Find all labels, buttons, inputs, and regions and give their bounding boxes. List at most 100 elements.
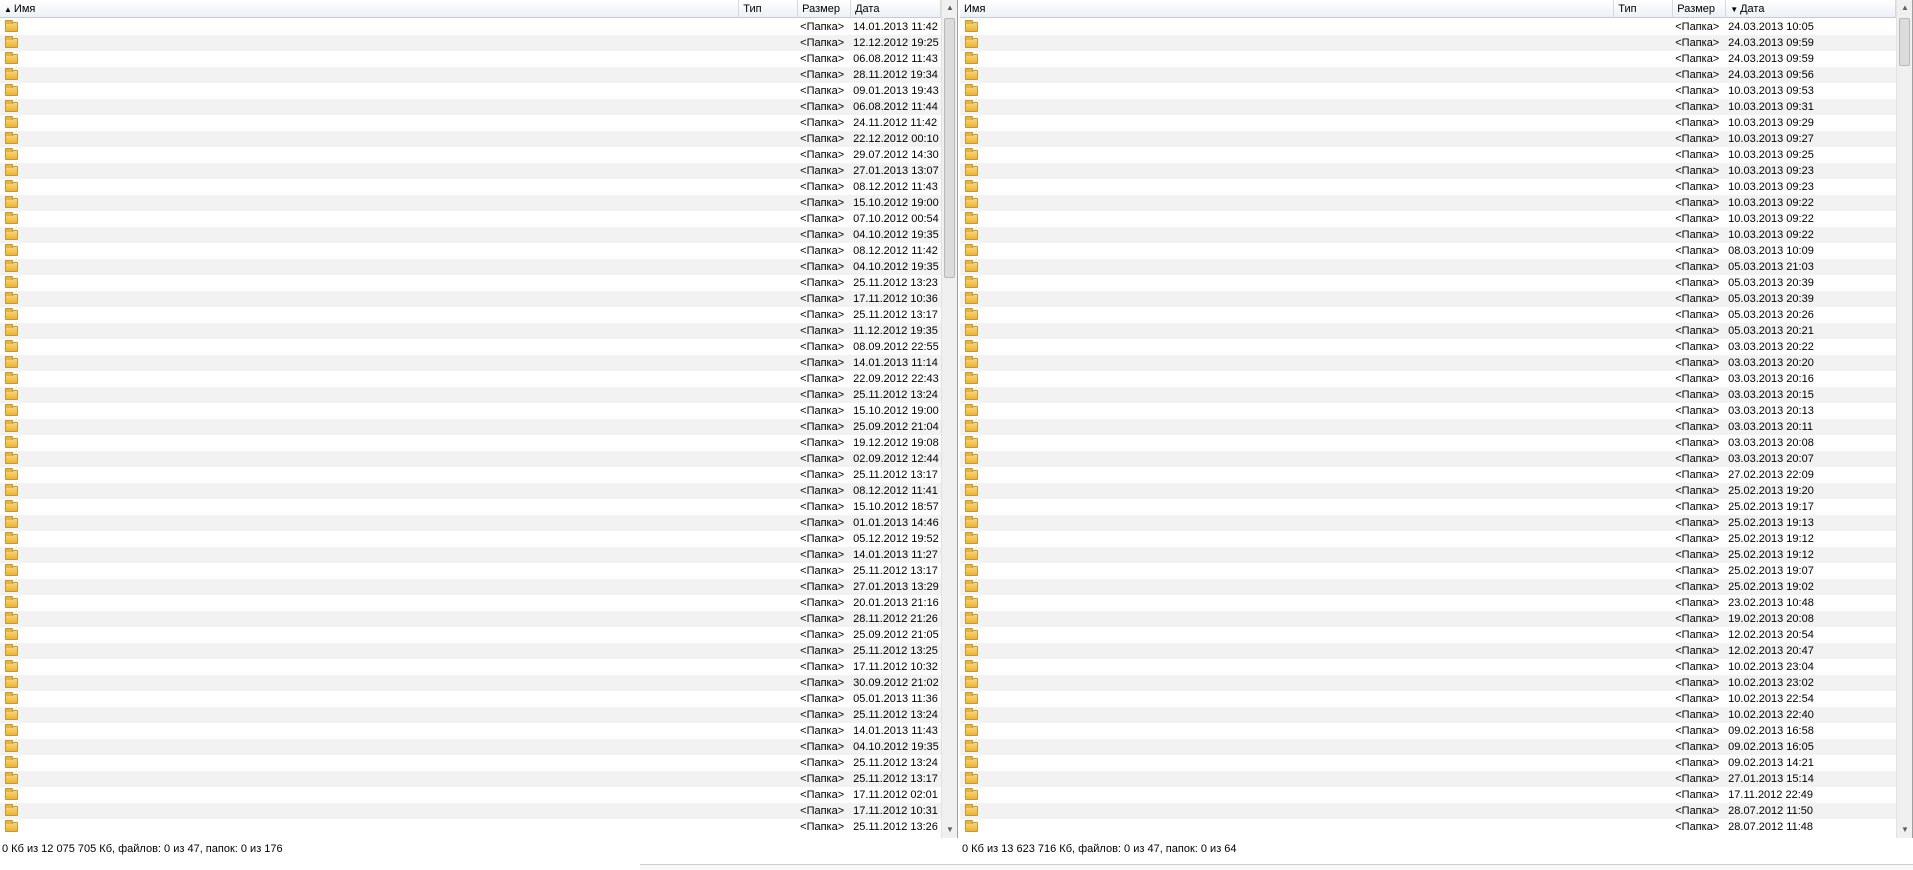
file-row[interactable]: <Папка> 03.03.2013 20:15	[960, 387, 1896, 403]
file-row[interactable]: <Папка> 06.08.2012 11:43	[0, 51, 941, 67]
file-row[interactable]: <Папка> 17.11.2012 10:32	[0, 659, 941, 675]
file-row[interactable]: <Папка> 19.12.2012 19:08	[0, 435, 941, 451]
file-row[interactable]: <Папка> 25.09.2012 21:04	[0, 419, 941, 435]
file-row[interactable]: <Папка> 25.02.2013 19:12	[960, 531, 1896, 547]
file-row[interactable]: <Папка> 24.03.2013 09:59	[960, 51, 1896, 67]
file-row[interactable]: <Папка> 03.03.2013 20:20	[960, 355, 1896, 371]
file-row[interactable]: <Папка> 09.02.2013 16:58	[960, 723, 1896, 739]
file-row[interactable]: <Папка> 25.02.2013 19:12	[960, 547, 1896, 563]
file-row[interactable]: <Папка> 03.03.2013 20:22	[960, 339, 1896, 355]
file-row[interactable]: <Папка> 05.01.2013 11:36	[0, 691, 941, 707]
file-row[interactable]: <Папка> 08.12.2012 11:41	[0, 483, 941, 499]
file-row[interactable]: <Папка> 12.02.2013 20:47	[960, 643, 1896, 659]
file-row[interactable]: <Папка> 03.03.2013 20:11	[960, 419, 1896, 435]
column-name-header[interactable]: Имя	[960, 0, 1615, 18]
file-row[interactable]: <Папка> 28.07.2012 11:48	[960, 819, 1896, 835]
file-row[interactable]: <Папка> 25.11.2012 13:24	[0, 387, 941, 403]
file-row[interactable]: <Папка> 20.01.2013 21:16	[0, 595, 941, 611]
scrollbar-thumb[interactable]	[1899, 18, 1910, 66]
file-row[interactable]: <Папка> 25.02.2013 19:17	[960, 499, 1896, 515]
file-row[interactable]: <Папка> 10.03.2013 09:27	[960, 131, 1896, 147]
file-row[interactable]: <Папка> 27.01.2013 13:29	[0, 579, 941, 595]
file-row[interactable]: <Папка> 28.11.2012 19:34	[0, 67, 941, 83]
file-row[interactable]: <Папка> 10.03.2013 09:23	[960, 163, 1896, 179]
file-row[interactable]: <Папка> 14.01.2013 11:42	[0, 19, 941, 35]
column-size-header[interactable]: Размер	[1673, 0, 1727, 18]
file-row[interactable]: <Папка> 10.02.2013 22:40	[960, 707, 1896, 723]
file-row[interactable]: <Папка> 09.02.2013 14:21	[960, 755, 1896, 771]
column-type-header[interactable]: Тип	[739, 0, 799, 18]
file-row[interactable]: <Папка> 10.03.2013 09:53	[960, 83, 1896, 99]
file-row[interactable]: <Папка> 04.10.2012 19:35	[0, 739, 941, 755]
file-row[interactable]: <Папка> 28.07.2012 11:50	[960, 803, 1896, 819]
file-row[interactable]: <Папка> 05.03.2013 20:26	[960, 307, 1896, 323]
file-row[interactable]: <Папка> 15.10.2012 18:57	[0, 499, 941, 515]
file-row[interactable]: <Папка> 14.01.2013 11:27	[0, 547, 941, 563]
file-row[interactable]: <Папка> 30.09.2012 21:02	[0, 675, 941, 691]
file-row[interactable]: <Папка> 27.01.2013 13:07	[0, 163, 941, 179]
file-row[interactable]: <Папка> 05.03.2013 21:03	[960, 259, 1896, 275]
file-row[interactable]: <Папка> 25.02.2013 19:07	[960, 563, 1896, 579]
file-row[interactable]: <Папка> 24.03.2013 09:56	[960, 67, 1896, 83]
column-name-header[interactable]: ▲ Имя	[0, 0, 740, 18]
file-row[interactable]: <Папка> 04.10.2012 19:35	[0, 259, 941, 275]
file-row[interactable]: <Папка> 07.10.2012 00:54	[0, 211, 941, 227]
scrollbar-thumb[interactable]	[944, 18, 955, 278]
column-date-header[interactable]: ▼ Дата	[1726, 0, 1896, 18]
file-row[interactable]: <Папка> 19.02.2013 20:08	[960, 611, 1896, 627]
file-row[interactable]: <Папка> 24.03.2013 10:05	[960, 19, 1896, 35]
file-row[interactable]: <Папка> 25.02.2013 19:20	[960, 483, 1896, 499]
file-row[interactable]: <Папка> 29.07.2012 14:30	[0, 147, 941, 163]
file-row[interactable]: <Папка> 10.03.2013 09:31	[960, 99, 1896, 115]
file-row[interactable]: <Папка> 12.02.2013 20:54	[960, 627, 1896, 643]
file-row[interactable]: <Папка> 15.10.2012 19:00	[0, 195, 941, 211]
file-row[interactable]: <Папка> 25.11.2012 13:17	[0, 563, 941, 579]
file-row[interactable]: <Папка> 05.03.2013 20:21	[960, 323, 1896, 339]
scroll-down-button[interactable]: ▼	[1897, 822, 1912, 838]
file-row[interactable]: <Папка> 03.03.2013 20:08	[960, 435, 1896, 451]
left-panel[interactable]: ▲ Имя Тип Размер Дата <Папка> 14.01.2013 1…	[0, 0, 958, 838]
file-row[interactable]: <Папка> 12.12.2012 19:25	[0, 35, 941, 51]
file-row[interactable]: <Папка> 24.11.2012 11:42	[0, 115, 941, 131]
file-row[interactable]: <Папка> 10.02.2013 23:02	[960, 675, 1896, 691]
file-row[interactable]: <Папка> 05.03.2013 20:39	[960, 291, 1896, 307]
right-panel[interactable]: Имя Тип Размер ▼ Дата <Папка> 24.03.2013 1…	[960, 0, 1913, 838]
command-line-area[interactable]	[640, 864, 1913, 870]
file-row[interactable]: <Папка> 28.11.2012 21:26	[0, 611, 941, 627]
file-row[interactable]: <Папка> 25.11.2012 13:24	[0, 755, 941, 771]
file-row[interactable]: <Папка> 14.01.2013 11:43	[0, 723, 941, 739]
file-row[interactable]: <Папка> 24.03.2013 09:59	[960, 35, 1896, 51]
file-row[interactable]: <Папка> 10.03.2013 09:22	[960, 211, 1896, 227]
file-row[interactable]: <Папка> 08.09.2012 22:55	[0, 339, 941, 355]
file-row[interactable]: <Папка> 09.01.2013 19:43	[0, 83, 941, 99]
scroll-up-button[interactable]: ▲	[942, 0, 957, 16]
file-row[interactable]: <Папка> 22.12.2012 00:10	[0, 131, 941, 147]
file-row[interactable]: <Папка> 10.03.2013 09:22	[960, 195, 1896, 211]
file-row[interactable]: <Папка> 25.11.2012 13:17	[0, 467, 941, 483]
file-row[interactable]: <Папка> 15.10.2012 19:00	[0, 403, 941, 419]
file-row[interactable]: <Папка> 17.11.2012 10:31	[0, 803, 941, 819]
file-row[interactable]: <Папка> 08.12.2012 11:42	[0, 243, 941, 259]
file-row[interactable]: <Папка> 10.03.2013 09:29	[960, 115, 1896, 131]
file-row[interactable]: <Папка> 05.12.2012 19:52	[0, 531, 941, 547]
file-row[interactable]: <Папка> 02.09.2012 12:44	[0, 451, 941, 467]
file-row[interactable]: <Папка> 25.02.2013 19:02	[960, 579, 1896, 595]
file-row[interactable]: <Папка> 03.03.2013 20:16	[960, 371, 1896, 387]
file-row[interactable]: <Папка> 17.11.2012 22:49	[960, 787, 1896, 803]
file-row[interactable]: <Папка> 09.02.2013 16:05	[960, 739, 1896, 755]
file-row[interactable]: <Папка> 17.11.2012 10:36	[0, 291, 941, 307]
file-row[interactable]: <Папка> 14.01.2013 11:14	[0, 355, 941, 371]
file-row[interactable]: <Папка> 25.09.2012 21:05	[0, 627, 941, 643]
file-row[interactable]: <Папка> 10.03.2013 09:22	[960, 227, 1896, 243]
file-row[interactable]: <Папка> 11.12.2012 19:35	[0, 323, 941, 339]
file-row[interactable]: <Папка> 25.11.2012 13:25	[0, 643, 941, 659]
vertical-scrollbar[interactable]: ▲ ▼	[941, 0, 957, 838]
column-date-header[interactable]: Дата	[851, 0, 941, 18]
file-row[interactable]: <Папка> 08.12.2012 11:43	[0, 179, 941, 195]
file-row[interactable]: <Папка> 03.03.2013 20:07	[960, 451, 1896, 467]
file-row[interactable]: <Папка> 25.11.2012 13:24	[0, 707, 941, 723]
file-row[interactable]: <Папка> 04.10.2012 19:35	[0, 227, 941, 243]
file-row[interactable]: <Папка> 25.11.2012 13:17	[0, 771, 941, 787]
file-row[interactable]: <Папка> 10.02.2013 23:04	[960, 659, 1896, 675]
file-row[interactable]: <Папка> 03.03.2013 20:13	[960, 403, 1896, 419]
